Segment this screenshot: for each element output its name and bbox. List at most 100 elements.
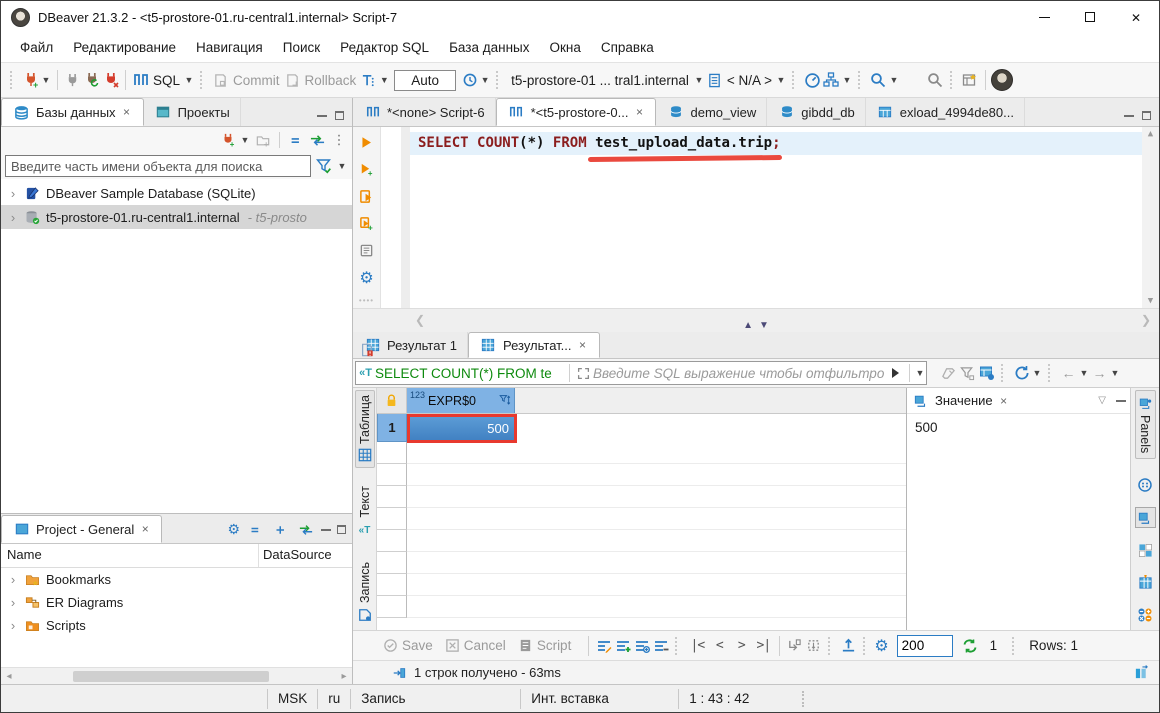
expander-icon[interactable]: [7, 572, 19, 587]
minimize-panel-icon[interactable]: [317, 114, 327, 117]
grouping-panel-icon[interactable]: [1136, 475, 1155, 494]
menu-search[interactable]: Поиск: [274, 36, 329, 59]
tab-result-2-active[interactable]: Результат...: [468, 332, 600, 358]
fetch-next-page-icon[interactable]: [785, 636, 804, 655]
dbeaver-community-icon[interactable]: [991, 69, 1013, 91]
view-menu-icon[interactable]: [329, 131, 348, 150]
execute-new-tab-icon[interactable]: +: [357, 160, 376, 179]
connection-dropdown[interactable]: [693, 75, 705, 85]
transaction-log-dropdown[interactable]: [479, 75, 491, 85]
scroll-left-icon[interactable]: ❮: [415, 313, 425, 327]
schema-dropdown[interactable]: [775, 75, 787, 85]
perspective-icon[interactable]: [961, 71, 980, 90]
new-connection-small-icon[interactable]: +: [218, 131, 237, 150]
network-icon[interactable]: [822, 71, 841, 90]
filter-check-icon[interactable]: [314, 157, 333, 176]
new-connection-icon[interactable]: +: [21, 71, 40, 90]
filter-history-dropdown[interactable]: [914, 368, 926, 378]
connect-icon[interactable]: [63, 71, 82, 90]
refresh-icon[interactable]: [1012, 364, 1031, 383]
tab-databases[interactable]: Базы данных: [1, 98, 144, 126]
duplicate-row-icon[interactable]: [632, 636, 651, 655]
tab-demo-view[interactable]: demo_view: [656, 98, 767, 126]
sql-editor-label[interactable]: SQL: [153, 73, 180, 88]
transaction-auto-box[interactable]: Auto: [394, 70, 456, 91]
expander-icon[interactable]: [7, 595, 19, 610]
explain-plan-icon[interactable]: [357, 241, 376, 260]
execute-statement-icon[interactable]: [357, 133, 376, 152]
maximize-button[interactable]: [1067, 1, 1113, 33]
database-doc-icon[interactable]: [705, 71, 724, 90]
first-row-button[interactable]: |<: [686, 638, 708, 653]
value-cell-selected[interactable]: 500: [407, 414, 515, 442]
aggregate-panel-icon[interactable]: [1136, 605, 1155, 624]
nav-forward-dropdown[interactable]: [1109, 368, 1121, 378]
tree-row-sample-db[interactable]: DBeaver Sample Database (SQLite): [1, 181, 352, 205]
apply-filter-icon[interactable]: [892, 368, 899, 378]
search-blue-icon[interactable]: [869, 71, 888, 90]
object-search-input[interactable]: [5, 155, 311, 177]
new-connection-small-dropdown[interactable]: [239, 135, 251, 145]
sash-control[interactable]: ▲▼: [743, 320, 769, 331]
project-row-bookmarks[interactable]: Bookmarks: [1, 568, 352, 591]
expand-filter-icon[interactable]: [574, 364, 593, 383]
edit-cell-icon[interactable]: [594, 636, 613, 655]
menu-file[interactable]: Файл: [11, 36, 62, 59]
collapse-all-icon[interactable]: [246, 520, 265, 539]
active-schema-selector[interactable]: < N/A >: [727, 73, 772, 88]
close-icon[interactable]: [998, 394, 1010, 408]
close-button[interactable]: [1113, 1, 1159, 33]
scroll-thumb[interactable]: [73, 671, 269, 682]
menu-help[interactable]: Справка: [592, 36, 663, 59]
new-folder-icon[interactable]: +: [253, 131, 272, 150]
execute-script-new-icon[interactable]: +: [357, 214, 376, 233]
gear-icon[interactable]: ⚙: [227, 521, 240, 538]
search-dropdown[interactable]: [888, 75, 900, 85]
tab-script-6[interactable]: *<none> Script-6: [353, 98, 496, 126]
export-data-icon[interactable]: [839, 636, 858, 655]
menu-edit[interactable]: Редактирование: [64, 36, 185, 59]
row-number-cell[interactable]: 1: [377, 414, 407, 442]
fetch-size-input[interactable]: [897, 635, 953, 657]
dashboard-icon[interactable]: [803, 71, 822, 90]
grid-corner-cell[interactable]: [377, 388, 407, 413]
column-header-expr0[interactable]: 123 EXPR$0: [407, 388, 515, 413]
toggle-panel-icon[interactable]: [1132, 663, 1151, 682]
disconnect-icon[interactable]: [101, 71, 120, 90]
sash-up-icon[interactable]: ▲: [743, 320, 753, 331]
editor-vscrollbar[interactable]: ▲▼: [1142, 127, 1159, 308]
presentation-tab-record[interactable]: Запись: [354, 558, 375, 629]
filters-menu-icon[interactable]: [958, 364, 977, 383]
scroll-right-icon[interactable]: ▸: [336, 671, 352, 682]
active-connection-selector[interactable]: t5-prostore-01 ... tral1.internal: [511, 73, 689, 88]
link-with-editor-icon[interactable]: [308, 131, 327, 150]
panels-tab[interactable]: Panels: [1135, 390, 1156, 459]
project-row-scripts[interactable]: Scripts: [1, 614, 352, 637]
fetch-all-icon[interactable]: [804, 636, 823, 655]
sql-editor-dropdown[interactable]: [183, 75, 195, 85]
references-panel-icon[interactable]: [1136, 573, 1155, 592]
close-icon[interactable]: [139, 522, 151, 536]
sql-editor-icon[interactable]: [131, 71, 150, 90]
unsaved-file-icon[interactable]: [357, 340, 376, 359]
tree-row-t5-prostore[interactable]: t5-prostore-01.ru-central1.internal - t5…: [1, 205, 352, 229]
nav-back-dropdown[interactable]: [1078, 368, 1090, 378]
refetch-icon[interactable]: [961, 636, 980, 655]
transaction-log-icon[interactable]: [460, 71, 479, 90]
previous-row-button[interactable]: <: [708, 638, 730, 653]
link-with-editor-icon[interactable]: [296, 520, 315, 539]
minimize-panel-icon[interactable]: [321, 528, 331, 531]
editor-text-area[interactable]: SELECT COUNT(*) FROM test_upload_data.tr…: [410, 127, 1159, 308]
menu-window[interactable]: Окна: [540, 36, 589, 59]
sash-down-icon[interactable]: ▼: [759, 320, 769, 331]
minimize-button[interactable]: [1021, 1, 1067, 33]
expander-icon[interactable]: [7, 618, 19, 633]
presentation-tab-text[interactable]: Текст «T: [354, 482, 375, 543]
tab-project-general[interactable]: Project - General: [1, 515, 162, 543]
tab-gibdd-db[interactable]: gibdd_db: [767, 98, 866, 126]
menu-database[interactable]: База данных: [440, 36, 538, 59]
value-panel-tab-label[interactable]: Значение: [935, 393, 993, 408]
result-grid[interactable]: 123 EXPR$0 1 500: [377, 388, 906, 630]
transaction-mode-icon[interactable]: [359, 71, 378, 90]
add-row-icon[interactable]: [613, 636, 632, 655]
